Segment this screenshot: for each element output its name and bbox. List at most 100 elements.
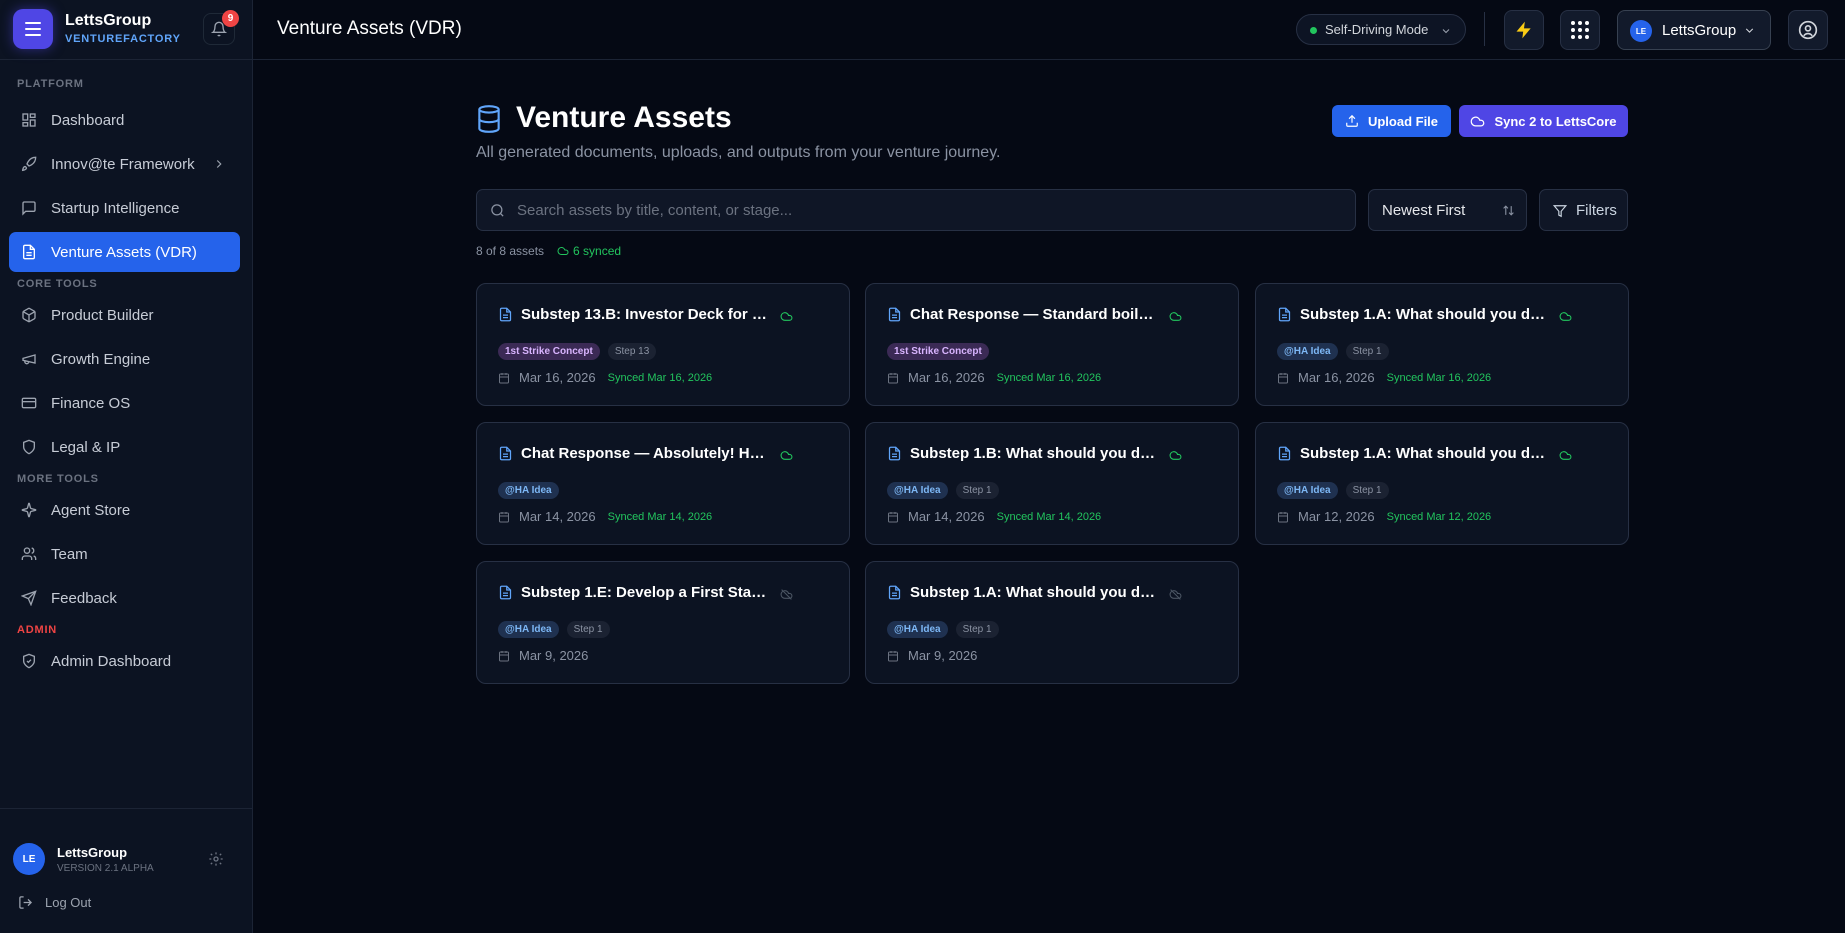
document-icon (1278, 446, 1291, 461)
asset-date: Mar 9, 2026 (908, 648, 978, 663)
asset-card[interactable]: Substep 1.E: Develop a First Start ... @H… (476, 561, 850, 684)
org-avatar: LE (1630, 20, 1652, 42)
sidebar-item-label: Innov@te Framework (51, 155, 195, 173)
stage-badge: @HA Idea (1277, 482, 1338, 499)
asset-date: Mar 16, 2026 (519, 370, 596, 385)
sidebar-item-label: Growth Engine (51, 350, 151, 368)
sidebar-item-innovate-framework[interactable]: Innov@te Framework (9, 144, 240, 184)
hamburger-icon (25, 20, 41, 38)
users-icon (21, 547, 37, 560)
sidebar-item-label: Legal & IP (51, 438, 121, 456)
sidebar-item-label: Dashboard (51, 111, 125, 129)
asset-date-row: Mar 16, 2026 Synced Mar 16, 2026 (887, 370, 1101, 385)
calendar-icon (1278, 372, 1288, 383)
user-circle-icon (1798, 20, 1818, 40)
asset-date-row: Mar 14, 2026 Synced Mar 14, 2026 (887, 509, 1101, 524)
dashboard-icon (22, 113, 36, 127)
menu-toggle-button[interactable] (13, 9, 53, 49)
calendar-icon (888, 372, 898, 383)
asset-tags: 1st Strike Concept Step 13 (498, 343, 664, 360)
logout-label: Log Out (45, 895, 92, 910)
profile-button[interactable] (1788, 10, 1828, 50)
divider (1484, 12, 1485, 46)
asset-title: Chat Response — Absolutely! Here... (521, 445, 771, 462)
asset-title: Chat Response — Standard boilerp... (910, 306, 1160, 323)
search-input[interactable] (517, 190, 1337, 230)
sidebar-item-feedback[interactable]: Feedback (9, 578, 240, 618)
calendar-icon (888, 511, 898, 522)
cloud-icon (557, 247, 569, 255)
status-dot (1310, 27, 1317, 34)
calendar-icon (499, 372, 509, 383)
self-driving-mode-dropdown[interactable]: Self-Driving Mode (1296, 14, 1466, 45)
chevron-down-icon (1442, 29, 1450, 34)
asset-title: Substep 1.A: What should you do ... (910, 584, 1160, 601)
brand-header: LettsGroup VENTUREFACTORY 9 (0, 0, 253, 60)
step-badge: Step 1 (1345, 343, 1389, 360)
stage-badge: @HA Idea (1277, 343, 1338, 360)
stage-badge: @HA Idea (887, 621, 948, 638)
sidebar-item-label: Venture Assets (VDR) (51, 243, 197, 261)
rocket-icon (21, 156, 37, 172)
asset-card[interactable]: Substep 1.A: What should you do ... @HA I… (1255, 422, 1629, 545)
asset-card[interactable]: Substep 1.B: What should you do ... @HA I… (865, 422, 1239, 545)
sidebar-item-venture-assets[interactable]: Venture Assets (VDR) (9, 232, 240, 272)
document-icon (23, 244, 35, 260)
user-name: LettsGroup (57, 845, 128, 860)
search-bar (476, 189, 1356, 231)
sidebar-item-admin-dashboard[interactable]: Admin Dashboard (9, 641, 240, 681)
org-switcher[interactable]: LE LettsGroup (1617, 10, 1771, 50)
sort-select[interactable]: Newest First (1368, 189, 1527, 231)
asset-tags: @HA Idea Step 1 (887, 621, 1007, 638)
asset-card[interactable]: Substep 13.B: Investor Deck for Pr... 1st… (476, 283, 850, 406)
asset-date-row: Mar 9, 2026 (498, 648, 588, 663)
sidebar-item-agent-store[interactable]: Agent Store (9, 490, 240, 530)
sync-button[interactable]: Sync 2 to LettsCore (1459, 105, 1628, 137)
sidebar-item-legal-ip[interactable]: Legal & IP (9, 427, 240, 467)
asset-card[interactable]: Substep 1.A: What should you do ... @HA I… (1255, 283, 1629, 406)
asset-tags: @HA Idea (498, 482, 567, 499)
sidebar-item-startup-intelligence[interactable]: Startup Intelligence (9, 188, 240, 228)
asset-card[interactable]: Chat Response — Standard boilerp... 1st S… (865, 283, 1239, 406)
brand-subtitle: VENTUREFACTORY (65, 33, 181, 45)
quick-action-button[interactable] (1504, 10, 1544, 50)
database-icon (478, 105, 500, 133)
avatar[interactable]: LE (13, 843, 45, 875)
asset-date: Mar 16, 2026 (908, 370, 985, 385)
sparkles-icon (21, 502, 37, 518)
brand-name: LettsGroup (65, 12, 152, 29)
mode-label: Self-Driving Mode (1325, 22, 1429, 37)
cloud-synced-icon (1559, 310, 1572, 328)
document-icon (888, 446, 901, 461)
asset-tags: @HA Idea Step 1 (1277, 343, 1397, 360)
asset-sync-status: Synced Mar 16, 2026 (607, 371, 713, 384)
asset-card[interactable]: Substep 1.A: What should you do ... @HA I… (865, 561, 1239, 684)
filters-label: Filters (1576, 201, 1617, 219)
upload-label: Upload File (1367, 113, 1439, 129)
sidebar-item-dashboard[interactable]: Dashboard (9, 100, 240, 140)
asset-title: Substep 13.B: Investor Deck for Pr... (521, 306, 771, 323)
shield-check-icon (23, 653, 35, 669)
sidebar-item-finance-os[interactable]: Finance OS (9, 383, 240, 423)
shield-icon (23, 439, 35, 455)
sidebar-item-team[interactable]: Team (9, 534, 240, 574)
gear-icon[interactable] (208, 851, 224, 867)
step-badge: Step 1 (955, 482, 999, 499)
synced-count: 6 synced (557, 244, 621, 258)
sidebar-item-growth-engine[interactable]: Growth Engine (9, 339, 240, 379)
top-bar: Venture Assets (VDR) Self-Driving Mode L… (253, 0, 1845, 60)
calendar-icon (499, 511, 509, 522)
asset-count: 8 of 8 assets 6 synced (476, 244, 621, 258)
asset-date: Mar 9, 2026 (519, 648, 589, 663)
filters-button[interactable]: Filters (1539, 189, 1628, 231)
apps-grid-button[interactable] (1560, 10, 1600, 50)
sidebar-item-label: Startup Intelligence (51, 199, 180, 217)
sidebar-item-product-builder[interactable]: Product Builder (9, 295, 240, 335)
cloud-off-icon (780, 588, 793, 606)
asset-title: Substep 1.B: What should you do ... (910, 445, 1160, 462)
upload-file-button[interactable]: Upload File (1332, 105, 1451, 137)
asset-card[interactable]: Chat Response — Absolutely! Here... @HA I… (476, 422, 850, 545)
asset-tags: @HA Idea Step 1 (1277, 482, 1397, 499)
logout-button[interactable]: Log Out (18, 895, 91, 910)
filter-icon (1553, 205, 1567, 218)
